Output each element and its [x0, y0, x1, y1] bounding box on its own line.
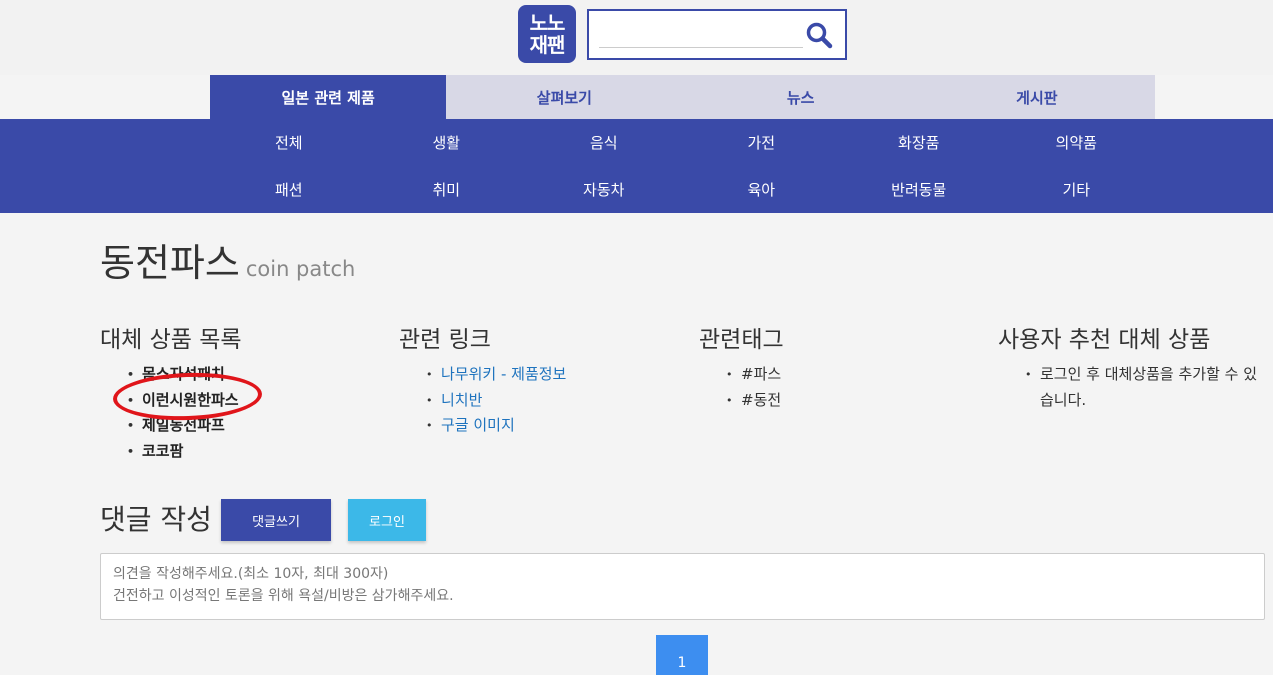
category-hobby[interactable]: 취미	[368, 166, 526, 213]
search-box	[587, 9, 847, 60]
comment-placeholder: 의견을 작성해주세요.(최소 10자, 최대 300자) 건전하고 이성적인 토…	[113, 563, 454, 607]
user-recommend-title: 사용자 추천 대체 상품	[998, 327, 1211, 353]
tab-japan-products[interactable]: 일본 관련 제품	[210, 75, 447, 119]
category-all[interactable]: 전체	[210, 119, 368, 166]
list-item: 로그인 후 대체상품을 추가할 수 있습니다.	[998, 362, 1266, 413]
user-recommend-list: 로그인 후 대체상품을 추가할 수 있습니다.	[998, 362, 1266, 413]
header: 노노 재팬	[0, 0, 1273, 75]
tab-label: 뉴스	[786, 88, 815, 107]
category-pets[interactable]: 반려동물	[840, 166, 998, 213]
comment-section-title: 댓글 작성	[100, 503, 212, 536]
product-name: 동전파스	[100, 241, 240, 285]
link-namuwiki[interactable]: 나무위키 - 제품정보	[441, 365, 566, 383]
alternatives-title: 대체 상품 목록	[100, 327, 242, 353]
tag-item[interactable]: #파스	[699, 362, 979, 388]
main-tabs: 일본 관련 제품 살펴보기 뉴스 게시판	[210, 75, 1155, 119]
alternatives-section: 대체 상품 목록 몸스자석패치 이런시원한파스 제일동전파프 코코팜	[100, 320, 380, 464]
link-google-images[interactable]: 구글 이미지	[441, 416, 515, 434]
category-medicine[interactable]: 의약품	[998, 119, 1156, 166]
tab-board[interactable]: 게시판	[918, 75, 1155, 119]
links-list: 나무위키 - 제품정보 니치반 구글 이미지	[399, 362, 679, 439]
page-title: 동전파스 coin patch	[100, 232, 355, 287]
tab-label: 게시판	[1016, 88, 1058, 107]
product-subtitle: coin patch	[245, 257, 356, 281]
tab-label: 살펴보기	[536, 88, 592, 107]
tags-title: 관련태그	[699, 327, 784, 353]
category-etc[interactable]: 기타	[998, 166, 1156, 213]
list-item[interactable]: 제일동전파프	[100, 413, 380, 439]
category-appliances[interactable]: 가전	[683, 119, 841, 166]
category-cosmetics[interactable]: 화장품	[840, 119, 998, 166]
tags-section: 관련태그 #파스 #동전	[699, 320, 979, 413]
site-logo[interactable]: 노노 재팬	[518, 5, 576, 63]
comment-textarea[interactable]: 의견을 작성해주세요.(최소 10자, 최대 300자) 건전하고 이성적인 토…	[100, 553, 1265, 620]
list-item[interactable]: 이런시원한파스	[100, 388, 380, 414]
category-living[interactable]: 생활	[368, 119, 526, 166]
login-button[interactable]: 로그인	[348, 499, 426, 541]
link-nichiban[interactable]: 니치반	[441, 391, 482, 409]
category-fashion[interactable]: 패션	[210, 166, 368, 213]
category-food[interactable]: 음식	[525, 119, 683, 166]
category-childcare[interactable]: 육아	[683, 166, 841, 213]
write-comment-button[interactable]: 댓글쓰기	[221, 499, 331, 541]
category-car[interactable]: 자동차	[525, 166, 683, 213]
list-item: 구글 이미지	[399, 413, 679, 439]
logo-line-1: 노노	[529, 11, 566, 35]
list-item: 나무위키 - 제품정보	[399, 362, 679, 388]
alternatives-list: 몸스자석패치 이런시원한파스 제일동전파프 코코팜	[100, 362, 380, 464]
search-input[interactable]	[599, 21, 803, 48]
search-icon[interactable]	[805, 21, 833, 49]
logo-line-2: 재팬	[529, 33, 566, 57]
placeholder-line-2: 건전하고 이성적인 토론을 위해 욕설/비방은 삼가해주세요.	[113, 588, 454, 604]
category-nav: 전체 생활 음식 가전 화장품 의약품 패션 취미 자동차 육아 반려동물 기타	[0, 119, 1273, 213]
pagination-page-button[interactable]: 1	[656, 635, 708, 675]
tab-browse[interactable]: 살펴보기	[446, 75, 683, 119]
tags-list: #파스 #동전	[699, 362, 979, 413]
tab-label: 일본 관련 제품	[281, 88, 375, 107]
links-title: 관련 링크	[399, 327, 491, 353]
links-section: 관련 링크 나무위키 - 제품정보 니치반 구글 이미지	[399, 320, 679, 439]
placeholder-line-1: 의견을 작성해주세요.(최소 10자, 최대 300자)	[113, 566, 389, 582]
tag-item[interactable]: #동전	[699, 388, 979, 414]
list-item[interactable]: 몸스자석패치	[100, 362, 380, 388]
list-item[interactable]: 코코팜	[100, 439, 380, 465]
tab-news[interactable]: 뉴스	[682, 75, 919, 119]
list-item: 니치반	[399, 388, 679, 414]
user-recommend-section: 사용자 추천 대체 상품 로그인 후 대체상품을 추가할 수 있습니다.	[998, 320, 1266, 413]
